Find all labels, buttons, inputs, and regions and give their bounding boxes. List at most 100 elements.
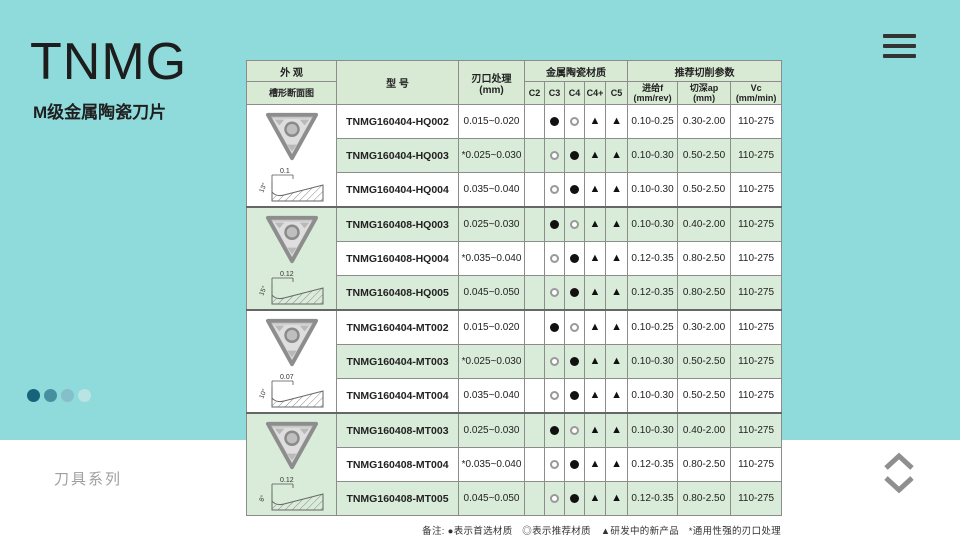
grade-cell: ▲ bbox=[585, 242, 606, 276]
appearance-cell: 0.1215° bbox=[247, 207, 337, 310]
grade-cell bbox=[565, 105, 585, 139]
diagram-dim-label: 0.07 bbox=[280, 374, 294, 381]
grade-cell bbox=[545, 482, 565, 516]
preferred-material-icon bbox=[570, 357, 579, 366]
preferred-material-icon bbox=[570, 288, 579, 297]
diagram-angle-label: 15° bbox=[257, 284, 268, 296]
grade-cell: ▲ bbox=[606, 482, 628, 516]
feed-cell: 0.12-0.35 bbox=[628, 242, 678, 276]
depth-cell: 0.30-2.00 bbox=[678, 105, 731, 139]
col-edge-treatment: 刃口处理 (mm) bbox=[459, 61, 525, 105]
grade-cell bbox=[565, 139, 585, 173]
diagram-angle-label: 10° bbox=[257, 387, 268, 399]
hamburger-icon bbox=[883, 44, 916, 48]
vc-cell: 110-275 bbox=[731, 242, 782, 276]
new-product-icon: ▲ bbox=[611, 355, 622, 367]
scroll-up-button[interactable] bbox=[882, 450, 916, 474]
edge-treatment-cell: 0.015~0.020 bbox=[459, 105, 525, 139]
preferred-material-icon bbox=[570, 185, 579, 194]
edge-treatment-cell: *0.025~0.030 bbox=[459, 139, 525, 173]
model-cell: TNMG160404-MT004 bbox=[337, 379, 459, 414]
appearance-cell: 0.113° bbox=[247, 105, 337, 208]
recommended-material-icon bbox=[550, 460, 559, 469]
product-table: 外 观 型 号 刃口处理 (mm) 金属陶瓷材质 推荐切削参数 槽形断面图 C2… bbox=[246, 60, 782, 516]
grade-cell bbox=[545, 173, 565, 208]
vc-cell: 110-275 bbox=[731, 276, 782, 311]
grade-cell: ▲ bbox=[585, 345, 606, 379]
table-footnote: 备注: ●表示首选材质 ◎表示推荐材质 ▲研发中的新产品 *通用性强的刃口处理 bbox=[246, 523, 781, 537]
grade-cell bbox=[565, 173, 585, 208]
groove-profile-diagram: 0.1215° bbox=[257, 268, 327, 306]
pagination-dot-2[interactable] bbox=[44, 389, 57, 402]
insert-photo bbox=[261, 315, 323, 369]
menu-button[interactable] bbox=[883, 34, 916, 64]
edge-treatment-cell: 0.035~0.040 bbox=[459, 173, 525, 208]
feed-cell: 0.12-0.35 bbox=[628, 276, 678, 311]
product-table-card: 外 观 型 号 刃口处理 (mm) 金属陶瓷材质 推荐切削参数 槽形断面图 C2… bbox=[246, 60, 781, 537]
appearance-cell: 0.128° bbox=[247, 413, 337, 516]
recommended-material-icon bbox=[550, 357, 559, 366]
depth-cell: 0.50-2.50 bbox=[678, 173, 731, 208]
col-grade-c5: C5 bbox=[606, 82, 628, 105]
vc-cell: 110-275 bbox=[731, 379, 782, 414]
grade-cell bbox=[545, 345, 565, 379]
recommended-material-icon bbox=[570, 220, 579, 229]
grade-cell: ▲ bbox=[585, 310, 606, 345]
new-product-icon: ▲ bbox=[611, 115, 622, 127]
vc-cell: 110-275 bbox=[731, 448, 782, 482]
new-product-icon: ▲ bbox=[590, 218, 601, 230]
page-subtitle: M级金属陶瓷刀片 bbox=[33, 98, 187, 123]
feed-cell: 0.10-0.30 bbox=[628, 345, 678, 379]
feed-cell: 0.10-0.30 bbox=[628, 173, 678, 208]
page-title: TNMG bbox=[30, 36, 187, 88]
grade-cell bbox=[545, 413, 565, 448]
grade-cell: ▲ bbox=[606, 379, 628, 414]
grade-cell: ▲ bbox=[585, 276, 606, 311]
edge-treatment-cell: 0.025~0.030 bbox=[459, 207, 525, 242]
recommended-material-icon bbox=[570, 117, 579, 126]
grade-cell bbox=[545, 276, 565, 311]
preferred-material-icon bbox=[550, 426, 559, 435]
feed-cell: 0.10-0.25 bbox=[628, 310, 678, 345]
vc-cell: 110-275 bbox=[731, 105, 782, 139]
grade-cell bbox=[525, 379, 545, 414]
grade-cell bbox=[545, 310, 565, 345]
recommended-material-icon bbox=[550, 288, 559, 297]
new-product-icon: ▲ bbox=[590, 321, 601, 333]
vc-cell: 110-275 bbox=[731, 173, 782, 208]
grade-cell bbox=[525, 345, 545, 379]
grade-cell: ▲ bbox=[606, 448, 628, 482]
grade-cell bbox=[545, 139, 565, 173]
col-feed: 进给f (mm/rev) bbox=[628, 82, 678, 105]
grade-cell bbox=[525, 310, 545, 345]
preferred-material-icon bbox=[570, 460, 579, 469]
appearance-cell: 0.07 10° bbox=[247, 310, 337, 413]
pagination-dot-4[interactable] bbox=[78, 389, 91, 402]
depth-cell: 0.40-2.00 bbox=[678, 207, 731, 242]
grade-cell: ▲ bbox=[585, 207, 606, 242]
groove-profile-diagram: 0.07 10° bbox=[257, 371, 327, 409]
grade-cell bbox=[525, 276, 545, 311]
vc-cell: 110-275 bbox=[731, 207, 782, 242]
col-model: 型 号 bbox=[337, 61, 459, 105]
scroll-down-button[interactable] bbox=[882, 474, 916, 498]
edge-treatment-cell: 0.035~0.040 bbox=[459, 379, 525, 414]
table-row: 0.1215°TNMG160408-HQ0030.025~0.030▲▲0.10… bbox=[247, 207, 782, 242]
col-cross-section: 槽形断面图 bbox=[247, 82, 337, 105]
feed-cell: 0.10-0.25 bbox=[628, 105, 678, 139]
new-product-icon: ▲ bbox=[611, 321, 622, 333]
new-product-icon: ▲ bbox=[611, 252, 622, 264]
diagram-dim-label: 0.1 bbox=[280, 168, 290, 175]
grade-cell bbox=[525, 207, 545, 242]
grade-cell bbox=[525, 448, 545, 482]
pagination-dot-3[interactable] bbox=[61, 389, 74, 402]
depth-cell: 0.80-2.50 bbox=[678, 242, 731, 276]
edge-treatment-cell: *0.035~0.040 bbox=[459, 242, 525, 276]
pagination-dot-1[interactable] bbox=[27, 389, 40, 402]
edge-treatment-cell: *0.025~0.030 bbox=[459, 345, 525, 379]
new-product-icon: ▲ bbox=[590, 424, 601, 436]
col-grade-c4plus: C4+ bbox=[585, 82, 606, 105]
grade-cell: ▲ bbox=[606, 413, 628, 448]
model-cell: TNMG160408-MT005 bbox=[337, 482, 459, 516]
new-product-icon: ▲ bbox=[611, 183, 622, 195]
